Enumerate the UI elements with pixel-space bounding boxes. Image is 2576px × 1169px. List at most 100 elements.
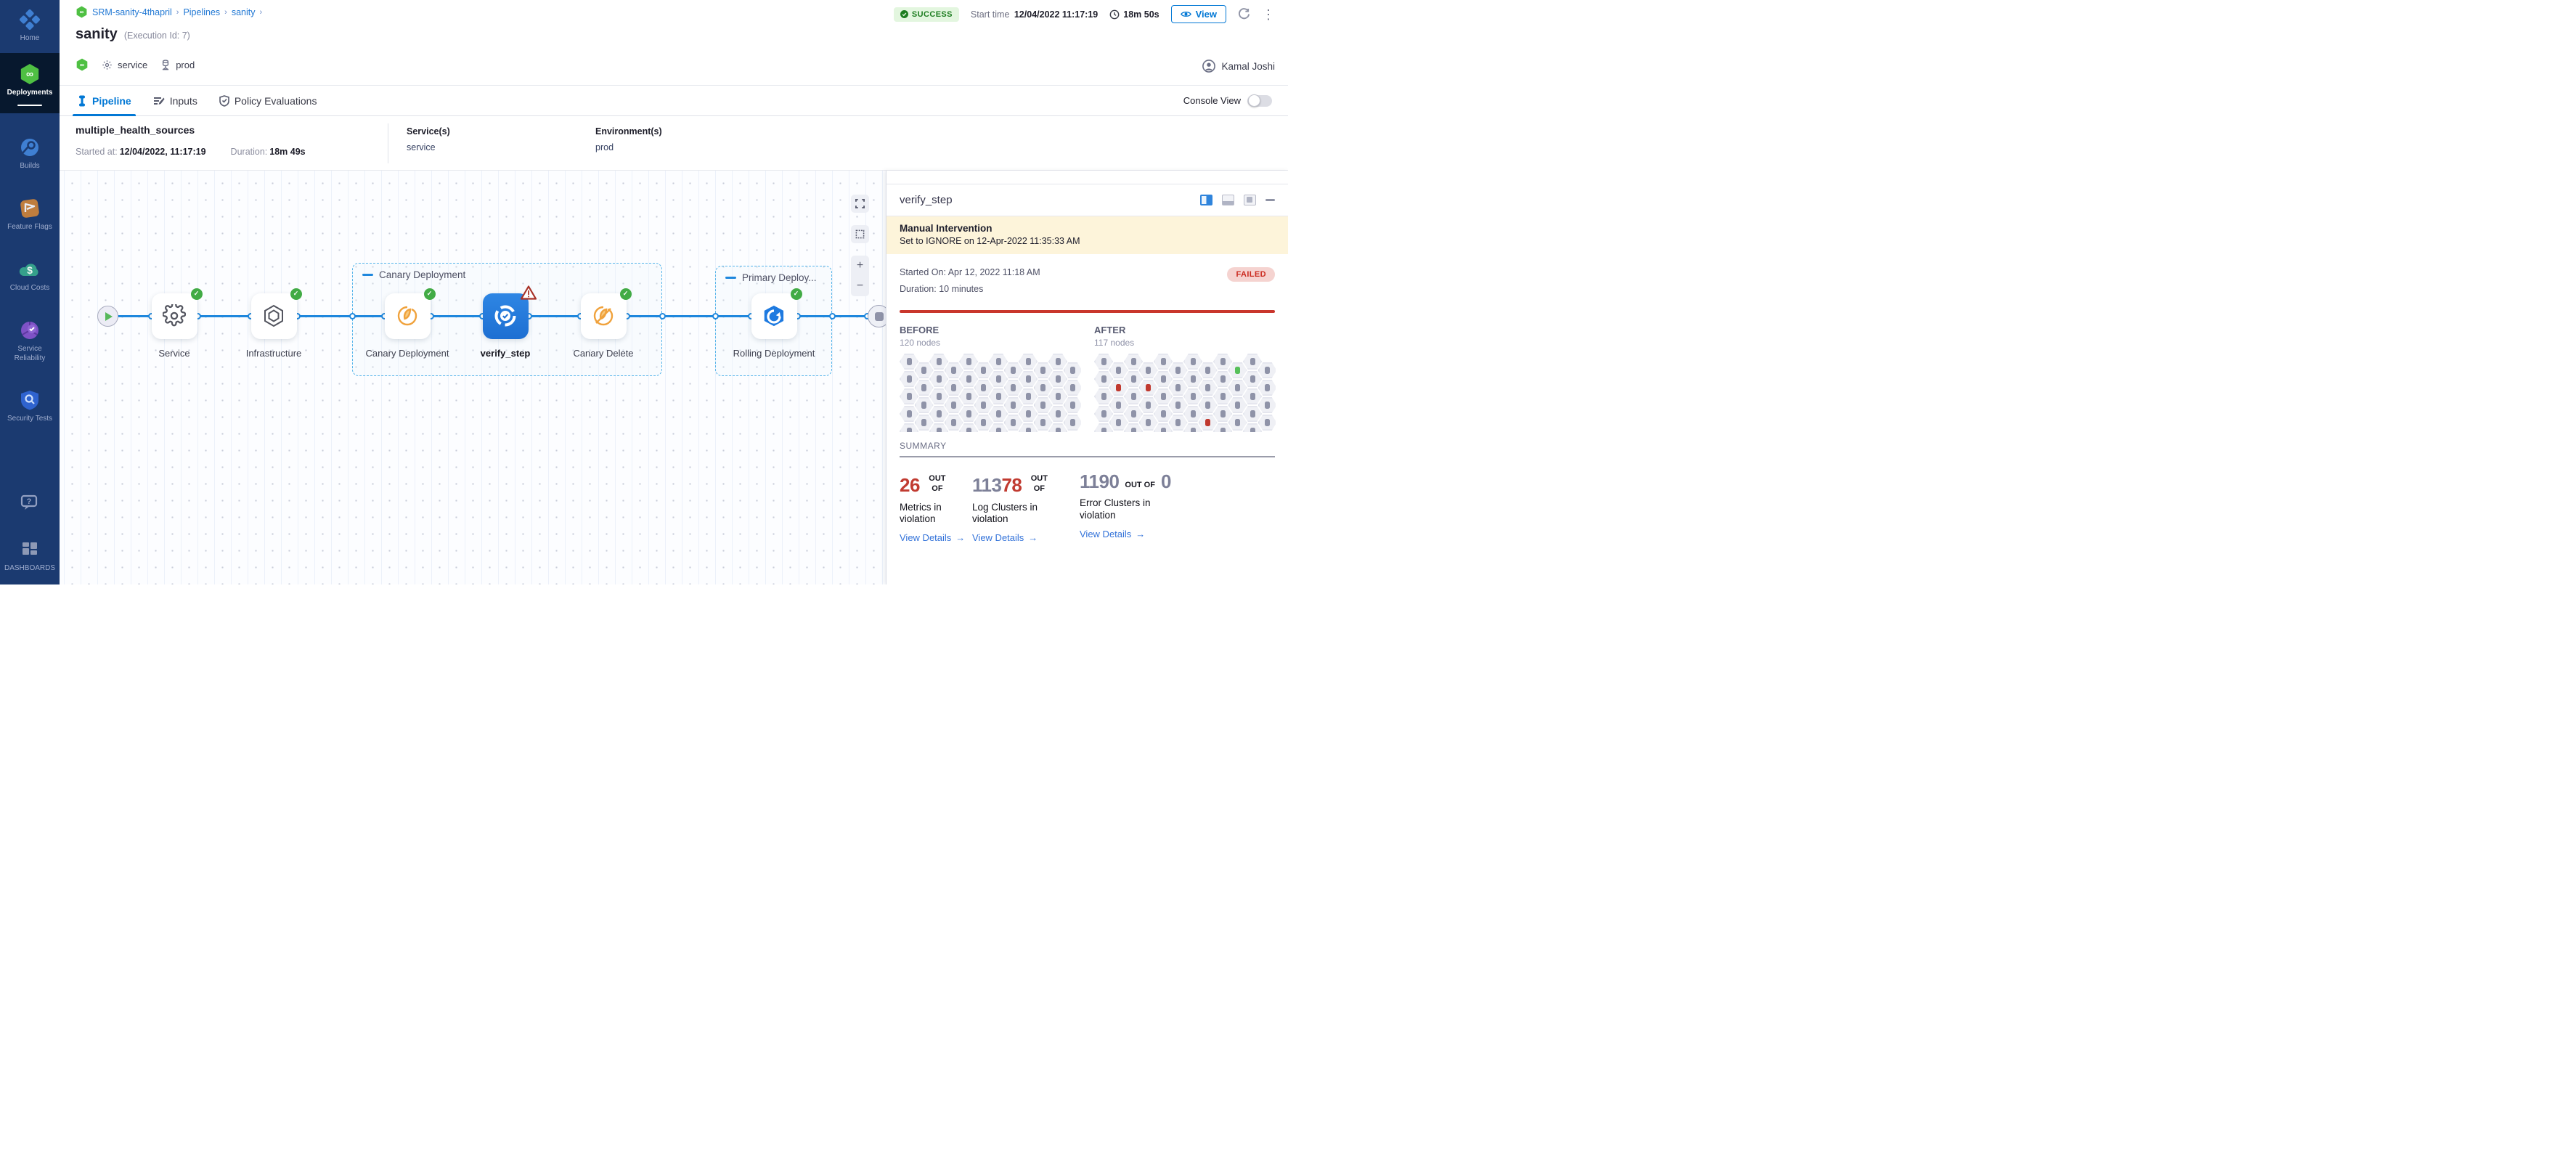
started-at-value: 12/04/2022, 11:17:19: [120, 147, 206, 157]
node-status-pill: [1250, 393, 1255, 400]
node-status-pill: [1235, 384, 1240, 391]
node-canary-delete[interactable]: ✓: [581, 293, 627, 339]
view-details-link[interactable]: View Details →: [972, 532, 1080, 543]
shield-check-icon: [219, 95, 229, 107]
view-details-link[interactable]: View Details →: [900, 532, 972, 543]
sidebar-item-help[interactable]: ?: [0, 492, 60, 514]
node-status-pill: [1220, 358, 1226, 365]
node-status-pill: [1101, 393, 1106, 400]
fit-to-screen-button[interactable]: [851, 195, 869, 213]
success-check-icon: ✓: [424, 288, 436, 300]
deployments-icon: ∞: [19, 63, 41, 85]
node-status-pill: [1011, 402, 1016, 409]
sidebar-nav: Home ∞ Deployments Builds Feature Flags …: [0, 0, 60, 584]
dashboards-icon: [19, 539, 41, 561]
node-status-pill: [1116, 384, 1121, 391]
node-verify-step[interactable]: [483, 293, 529, 339]
connector-dot: [349, 313, 356, 319]
tab-pipeline[interactable]: Pipeline: [77, 86, 131, 116]
node-status-pill: [1131, 410, 1136, 418]
pipeline-logo-icon: ∞: [76, 58, 89, 71]
node-status-pill: [1146, 419, 1151, 426]
service-tag[interactable]: service: [102, 60, 147, 70]
hexagon-node: [974, 380, 993, 396]
console-view-toggle[interactable]: [1247, 95, 1272, 107]
node-status-pill: [966, 410, 971, 418]
node-service[interactable]: ✓: [152, 293, 197, 339]
sidebar-item-service-reliability[interactable]: Service Reliability: [0, 319, 60, 363]
node-status-pill: [1146, 384, 1151, 391]
execution-id: (Execution Id: 7): [124, 30, 190, 41]
hexagon-node: [989, 354, 1008, 370]
view-button[interactable]: View: [1171, 5, 1226, 23]
builds-icon: [19, 137, 41, 158]
hexagon-node: [1169, 397, 1188, 413]
view-details-link[interactable]: View Details →: [1080, 529, 1275, 539]
breadcrumb-project[interactable]: SRM-sanity-4thapril: [92, 7, 172, 17]
tab-label: Inputs: [170, 95, 197, 107]
sidebar-item-dashboards[interactable]: DASHBOARDS: [0, 539, 60, 574]
tab-inputs[interactable]: Inputs: [153, 86, 197, 116]
sidebar-item-builds[interactable]: Builds: [0, 137, 60, 171]
service-link[interactable]: service: [407, 142, 450, 152]
hexagon-node: [1048, 354, 1067, 370]
after-node-grid[interactable]: [1094, 354, 1276, 432]
node-status-pill: [1056, 428, 1061, 432]
canary-delete-icon: [592, 304, 615, 327]
tab-label: Policy Evaluations: [235, 95, 317, 107]
hexagon-node: [1109, 397, 1128, 413]
node-status-pill: [1191, 428, 1196, 432]
hexagon-node: [1213, 371, 1232, 387]
node-status-pill: [1161, 410, 1166, 418]
breadcrumb-pipelines[interactable]: Pipelines: [183, 7, 220, 17]
zoom-in-button[interactable]: +: [857, 260, 863, 272]
before-node-grid[interactable]: [900, 354, 1081, 432]
more-options-icon[interactable]: ⋮: [1262, 8, 1275, 21]
summary-card-error-clusters: 1190 OUT OF 0 Error Clusters in violatio…: [1080, 473, 1275, 543]
environment-tag[interactable]: prod: [160, 60, 195, 70]
user-chip[interactable]: Kamal Joshi: [1202, 60, 1275, 73]
layout-right-icon[interactable]: [1200, 195, 1212, 205]
hexagon-node: [1228, 397, 1247, 413]
environment-link[interactable]: prod: [595, 142, 662, 152]
node-infrastructure[interactable]: ✓: [251, 293, 297, 339]
sidebar-item-security-tests[interactable]: Security Tests: [0, 389, 60, 424]
hexagon-node: [1183, 406, 1202, 422]
connector-dot: [712, 313, 719, 319]
refresh-icon[interactable]: [1238, 8, 1250, 20]
sidebar-item-home[interactable]: Home: [0, 9, 60, 44]
node-status-pill: [1056, 375, 1061, 383]
hexagon-node: [1169, 362, 1188, 378]
tab-policy-evaluations[interactable]: Policy Evaluations: [219, 86, 317, 116]
hexagon-node: [1243, 423, 1262, 432]
pipeline-icon: [77, 95, 87, 107]
breadcrumb-pipeline[interactable]: sanity: [232, 7, 256, 17]
layout-floating-icon[interactable]: [1244, 195, 1256, 205]
sidebar-item-label: Security Tests: [5, 415, 54, 424]
sidebar-item-deployments[interactable]: ∞ Deployments: [0, 53, 60, 113]
node-status-pill: [1235, 367, 1240, 374]
page-title: sanity: [76, 26, 118, 43]
hexagon-node: [959, 371, 978, 387]
marquee-select-button[interactable]: [851, 225, 869, 243]
node-status-pill: [1040, 384, 1046, 391]
minimize-icon[interactable]: [1265, 199, 1275, 201]
layout-bottom-icon[interactable]: [1222, 195, 1234, 205]
node-status-pill: [937, 428, 942, 432]
pipeline-start-node[interactable]: [97, 306, 118, 327]
zoom-out-button[interactable]: −: [857, 280, 863, 292]
hexagon-node: [1094, 423, 1113, 432]
node-canary-deployment[interactable]: ✓: [385, 293, 431, 339]
node-status-pill: [951, 384, 956, 391]
out-of-label: OUT OF: [1026, 473, 1052, 494]
hexagon-node: [1034, 397, 1053, 413]
sidebar-item-feature-flags[interactable]: Feature Flags: [0, 197, 60, 232]
node-status-pill: [1175, 367, 1181, 374]
hexagon-node: [1139, 397, 1158, 413]
node-status-pill: [907, 410, 912, 418]
node-status-pill: [996, 428, 1001, 432]
sidebar-item-label: Home: [18, 34, 42, 44]
sidebar-item-cloud-costs[interactable]: $ Cloud Costs: [0, 258, 60, 293]
node-status-pill: [1040, 402, 1046, 409]
node-rolling-deployment[interactable]: ✓: [751, 293, 797, 339]
